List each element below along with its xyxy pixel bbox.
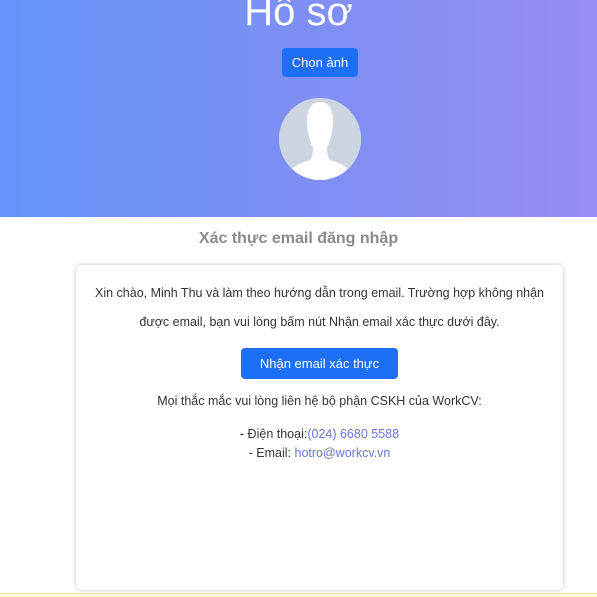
phone-label: - Điện thoại: [239,427,308,441]
default-user-avatar-icon [279,98,361,180]
email-link[interactable]: hotro@workcv.vn [295,446,391,460]
get-verification-email-button[interactable]: Nhận email xác thực [241,348,398,379]
choose-photo-button[interactable]: Chọn ảnh [282,48,358,77]
card-intro-text: Xin chào, Minh Thu và làm theo hướng dẫn… [84,279,555,337]
intro-line-1: Xin chào, Minh Thu và làm theo hướng dẫn… [95,286,544,300]
intro-line-2: được email, bạn vui lòng bấm nút Nhận em… [139,315,500,329]
profile-page: Hồ sơ Chọn ảnh Xác thực email đăng nhập … [0,0,597,597]
bottom-divider [0,593,597,597]
email-contact: - Email: hotro@workcv.vn [76,445,563,461]
support-text: Mọi thắc mắc vui lòng liên hệ bộ phận CS… [157,394,482,408]
page-title: Hồ sơ [244,0,353,34]
phone-link[interactable]: (024) 6680 5588 [307,427,399,441]
email-label: - Email: [248,446,295,460]
verification-card: Xin chào, Minh Thu và làm theo hướng dẫn… [76,265,563,590]
avatar [279,98,361,180]
profile-header: Hồ sơ Chọn ảnh [0,0,597,217]
email-verification-heading: Xác thực email đăng nhập [198,230,399,247]
phone-contact: - Điện thoại:(024) 6680 5588 [76,426,563,442]
